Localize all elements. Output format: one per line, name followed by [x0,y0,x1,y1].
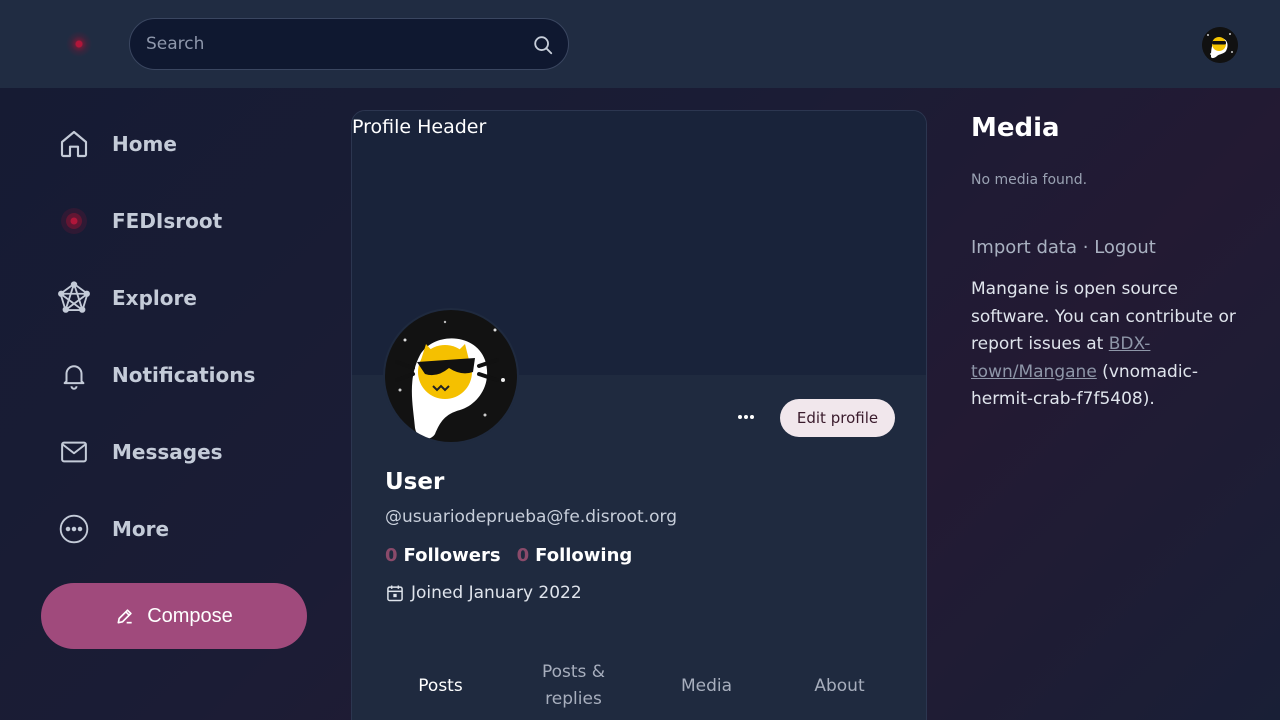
tab-posts[interactable]: Posts [374,651,507,720]
sidebar-item-notifications[interactable]: Notifications [56,355,316,395]
compose-label: Compose [147,604,233,627]
cat-avatar-icon [1202,27,1238,63]
sidebar-item-more[interactable]: More [56,509,316,549]
following-label: Following [535,545,633,566]
sidebar-item-messages[interactable]: Messages [56,432,316,472]
about-prefix: Mangane is open source software. You can… [971,279,1236,354]
fedisroot-logo-icon[interactable] [66,31,92,57]
edit-profile-button[interactable]: Edit profile [780,399,895,437]
profile-tabs: Posts Posts & replies Media About [374,651,906,720]
import-data-link[interactable]: Import data [971,237,1077,258]
sidebar-item-label: Messages [112,440,223,464]
tab-media[interactable]: Media [640,651,773,720]
following-link[interactable]: 0 Following [517,545,633,566]
profile-stats: 0 Followers 0 Following [385,545,632,566]
account-avatar[interactable] [1202,27,1238,63]
followers-label: Followers [403,545,501,566]
search-input[interactable] [146,19,526,69]
profile-header-alt-text: Profile Header [352,116,487,138]
sidebar-item-label: Notifications [112,363,256,387]
profile-card: Profile Header Edit profile User @usuari… [351,110,927,720]
joined-date: Joined January 2022 [385,583,582,603]
sidebar-item-label: More [112,517,170,541]
tab-about[interactable]: About [773,651,906,720]
tab-label: Posts & replies [541,662,606,709]
pencil-icon [117,609,132,624]
ellipsis-icon [738,415,754,419]
sidebar-item-label: Explore [112,286,197,310]
sidebar-item-label: Home [112,132,177,156]
following-count: 0 [516,545,530,566]
sidebar-item-explore[interactable]: Explore [56,278,316,318]
sidebar-item-fedisroot[interactable]: FEDIsroot [56,201,316,241]
logout-link[interactable]: Logout [1094,237,1156,258]
about-software-text: Mangane is open source software. You can… [971,276,1241,414]
search-box[interactable] [129,18,569,70]
envelope-icon [56,434,92,470]
followers-count: 0 [385,545,398,566]
compose-button[interactable]: Compose [41,583,307,649]
ellipsis-circle-icon [56,511,92,547]
bell-icon [56,357,92,393]
profile-display-name: User [385,469,445,495]
profile-avatar[interactable] [383,308,519,444]
sidebar-item-label: FEDIsroot [112,209,223,233]
profile-more-button[interactable] [730,401,762,433]
followers-link[interactable]: 0 Followers [385,545,501,566]
profile-handle: @usuariodeprueba@fe.disroot.org [385,507,677,527]
top-bar [0,0,1280,88]
joined-text: Joined January 2022 [411,583,582,603]
home-icon [56,126,92,162]
explore-network-icon [56,280,92,316]
media-panel-title: Media [971,113,1060,143]
no-media-message: No media found. [971,172,1088,188]
cat-sunglasses-avatar-icon [385,310,517,442]
sidebar-item-home[interactable]: Home [56,124,316,164]
tab-posts-and-replies[interactable]: Posts & replies [507,651,640,720]
link-separator: · [1077,237,1095,258]
calendar-icon [387,585,403,602]
footer-links: Import data · Logout [971,237,1156,258]
search-icon[interactable] [532,34,554,56]
fedisroot-logo-icon [56,203,92,239]
